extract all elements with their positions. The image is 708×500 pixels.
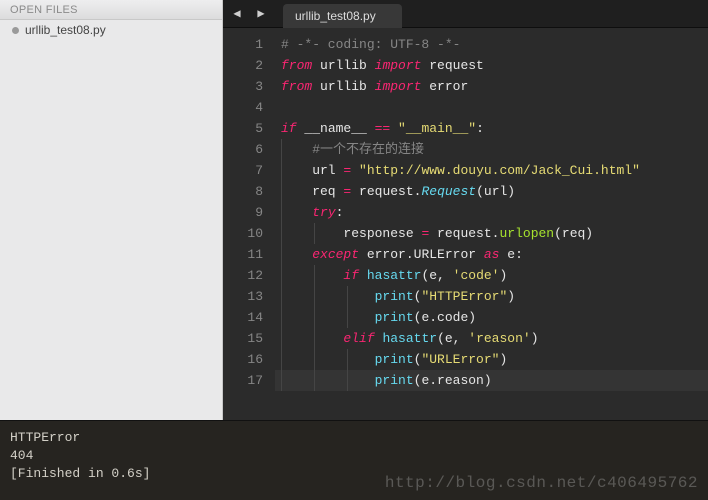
code-line[interactable]: print(e.code) bbox=[275, 307, 708, 328]
code-line[interactable]: responese = request.urlopen(req) bbox=[275, 223, 708, 244]
console-line: HTTPError bbox=[10, 429, 698, 447]
output-panel: HTTPError 404 [Finished in 0.6s] http://… bbox=[0, 420, 708, 500]
editor-region: ◀ ▶ urllib_test08.py 1234567891011121314… bbox=[223, 0, 708, 420]
code-line[interactable]: print("HTTPError") bbox=[275, 286, 708, 307]
line-number: 10 bbox=[223, 223, 275, 244]
code-line[interactable]: # -*- coding: UTF-8 -*- bbox=[275, 34, 708, 55]
line-number: 6 bbox=[223, 139, 275, 160]
nav-prev-button[interactable]: ◀ bbox=[227, 4, 247, 24]
code-line[interactable]: print(e.reason) bbox=[275, 370, 708, 391]
line-number: 3 bbox=[223, 76, 275, 97]
code-line[interactable]: print("URLError") bbox=[275, 349, 708, 370]
line-number: 15 bbox=[223, 328, 275, 349]
tab-bar: ◀ ▶ urllib_test08.py bbox=[223, 0, 708, 28]
line-number: 16 bbox=[223, 349, 275, 370]
code-line[interactable]: url = "http://www.douyu.com/Jack_Cui.htm… bbox=[275, 160, 708, 181]
sidebar: OPEN FILES urllib_test08.py bbox=[0, 0, 223, 420]
code-line[interactable] bbox=[275, 97, 708, 118]
line-number: 9 bbox=[223, 202, 275, 223]
tab-label: urllib_test08.py bbox=[295, 9, 376, 23]
code-body[interactable]: # -*- coding: UTF-8 -*-from urllib impor… bbox=[275, 34, 708, 420]
code-line[interactable]: except error.URLError as e: bbox=[275, 244, 708, 265]
line-number: 12 bbox=[223, 265, 275, 286]
line-number: 8 bbox=[223, 181, 275, 202]
sidebar-item-label: urllib_test08.py bbox=[25, 23, 106, 37]
line-number: 7 bbox=[223, 160, 275, 181]
code-line[interactable]: try: bbox=[275, 202, 708, 223]
open-files-header: OPEN FILES bbox=[0, 0, 222, 20]
code-line[interactable]: from urllib import error bbox=[275, 76, 708, 97]
gutter: 1234567891011121314151617 bbox=[223, 34, 275, 420]
code-line[interactable]: if __name__ == "__main__": bbox=[275, 118, 708, 139]
code-line[interactable]: from urllib import request bbox=[275, 55, 708, 76]
code-line[interactable]: if hasattr(e, 'code') bbox=[275, 265, 708, 286]
line-number: 11 bbox=[223, 244, 275, 265]
code-line[interactable]: elif hasattr(e, 'reason') bbox=[275, 328, 708, 349]
nav-next-button[interactable]: ▶ bbox=[251, 4, 271, 24]
line-number: 17 bbox=[223, 370, 275, 391]
line-number: 5 bbox=[223, 118, 275, 139]
code-editor[interactable]: 1234567891011121314151617 # -*- coding: … bbox=[223, 28, 708, 420]
dirty-indicator-icon bbox=[12, 27, 19, 34]
line-number: 14 bbox=[223, 307, 275, 328]
tab-file[interactable]: urllib_test08.py bbox=[283, 4, 402, 28]
line-number: 13 bbox=[223, 286, 275, 307]
code-line[interactable]: req = request.Request(url) bbox=[275, 181, 708, 202]
code-line[interactable]: #一个不存在的连接 bbox=[275, 139, 708, 160]
watermark-text: http://blog.csdn.net/c406495762 bbox=[385, 474, 698, 492]
console-line: 404 bbox=[10, 447, 698, 465]
line-number: 2 bbox=[223, 55, 275, 76]
line-number: 1 bbox=[223, 34, 275, 55]
sidebar-item-file[interactable]: urllib_test08.py bbox=[0, 20, 222, 40]
line-number: 4 bbox=[223, 97, 275, 118]
